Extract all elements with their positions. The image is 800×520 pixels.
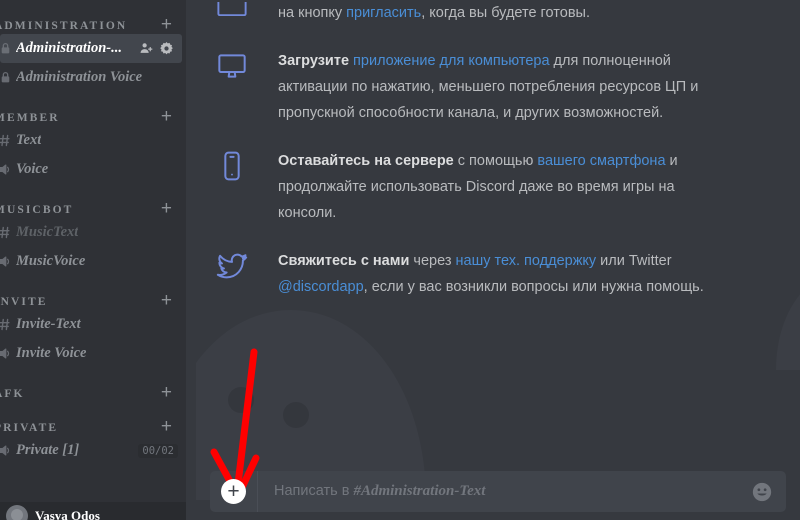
channel-category-musicbot[interactable]: MUSICBOT +: [0, 184, 186, 218]
channel-category-invite[interactable]: INVITE +: [0, 276, 186, 310]
category-label: MEMBER: [0, 112, 60, 124]
channel-item[interactable]: MusicText: [0, 218, 186, 247]
channel-name: Text: [16, 132, 42, 148]
welcome-message-block: Оставайтесь на сервере с помощью вашего …: [210, 148, 780, 248]
channel-item[interactable]: Invite-Text: [0, 310, 186, 339]
channel-name: Voice: [16, 161, 49, 177]
person-add-icon[interactable]: [139, 41, 154, 56]
message-composer[interactable]: + Написать в #Administration-Text: [210, 471, 786, 512]
welcome-message-text: на кнопку пригласить, когда вы будете го…: [278, 0, 718, 26]
sidebar-main-gap: [186, 0, 196, 520]
message-text-segment: Загрузите: [278, 53, 354, 69]
channel-category-private[interactable]: PRIVATE +: [0, 402, 186, 436]
speaker-icon: [0, 346, 16, 361]
channel-name: Private [1]: [16, 442, 80, 458]
message-link[interactable]: вашего смартфона: [537, 153, 665, 169]
welcome-message-text: Оставайтесь на сервере с помощью вашего …: [278, 148, 718, 226]
placeholder-prefix: Написать в: [274, 483, 354, 499]
message-input[interactable]: Написать в #Administration-Text: [274, 483, 485, 500]
channel-name: Invite Voice: [16, 345, 87, 361]
username-label: Vasya Odos: [35, 508, 100, 520]
channel-name: MusicVoice: [16, 253, 86, 269]
category-label: INVITE: [0, 296, 48, 308]
emoji-icon[interactable]: [751, 481, 773, 503]
category-label: MUSICBOT: [0, 204, 74, 216]
message-text-segment: Свяжитесь с нами: [278, 253, 410, 269]
category-label: ADMINISTRATION: [0, 20, 128, 32]
message-text-segment: или Twitter: [596, 253, 672, 269]
channel-item[interactable]: Administration Voice: [0, 63, 186, 92]
welcome-message-block: на кнопку пригласить, когда вы будете го…: [210, 0, 780, 48]
discord-window: ADMINISTRATION + Administration-... Adminis…: [0, 0, 800, 520]
create-channel-plus-icon[interactable]: +: [161, 383, 178, 402]
channel-actions[interactable]: [139, 41, 174, 56]
channel-item[interactable]: Private [1] 00/02: [0, 436, 186, 465]
hash-icon: [0, 225, 16, 240]
monitor-icon: [210, 48, 254, 126]
speaker-icon: [0, 254, 16, 269]
welcome-message-text: Загрузите приложение для компьютера для …: [278, 48, 718, 126]
message-link[interactable]: @discordapp: [278, 279, 364, 295]
lock-icon: [0, 42, 16, 55]
monitor-icon: [210, 0, 254, 26]
channel-item[interactable]: Invite Voice: [0, 339, 186, 368]
channel-category-member[interactable]: MEMBER +: [0, 92, 186, 126]
category-label: AFK: [0, 388, 25, 400]
channel-sidebar[interactable]: ADMINISTRATION + Administration-... Adminis…: [0, 0, 186, 520]
create-channel-plus-icon[interactable]: +: [161, 291, 178, 310]
message-text-segment: с помощью: [453, 153, 538, 169]
hash-icon: [0, 317, 16, 332]
user-panel[interactable]: Vasya Odos: [0, 502, 186, 520]
message-text-segment: через: [409, 253, 456, 269]
create-channel-plus-icon[interactable]: +: [161, 199, 178, 218]
channel-name: Invite-Text: [16, 316, 81, 332]
welcome-message-text: Свяжитесь с нами через нашу тех. поддерж…: [278, 248, 718, 300]
channel-list[interactable]: ADMINISTRATION + Administration-... Adminis…: [0, 0, 186, 465]
hash-icon: [0, 133, 16, 148]
plus-icon: +: [227, 480, 240, 503]
message-link[interactable]: нашу тех. поддержку: [456, 253, 597, 269]
message-text-segment: , когда вы будете готовы.: [421, 5, 590, 21]
channel-item[interactable]: Voice: [0, 155, 186, 184]
message-text-segment: на кнопку: [278, 5, 347, 21]
message-link[interactable]: приложение для компьютера: [353, 53, 549, 69]
channel-item[interactable]: MusicVoice: [0, 247, 186, 276]
twitter-icon: [210, 248, 254, 300]
channel-name: Administration Voice: [16, 69, 143, 85]
welcome-message-list: на кнопку пригласить, когда вы будете го…: [196, 0, 800, 480]
message-link[interactable]: пригласить: [346, 5, 421, 21]
speaker-icon: [0, 162, 16, 177]
placeholder-channel: #Administration-Text: [353, 483, 486, 499]
speaker-icon: [0, 443, 16, 458]
avatar[interactable]: [6, 505, 28, 520]
channel-name: MusicText: [16, 224, 79, 240]
message-text-segment: , если у вас возникли вопросы или нужна …: [363, 279, 704, 295]
channel-name: Administration-...: [16, 40, 122, 56]
create-channel-plus-icon[interactable]: +: [161, 107, 178, 126]
attach-plus-button[interactable]: +: [221, 479, 246, 504]
channel-category-administration[interactable]: ADMINISTRATION +: [0, 0, 186, 34]
create-channel-plus-icon[interactable]: +: [161, 15, 178, 34]
welcome-message-block: Загрузите приложение для компьютера для …: [210, 48, 780, 148]
composer-divider: [257, 471, 258, 512]
chat-main: на кнопку пригласить, когда вы будете го…: [196, 0, 800, 520]
message-text-segment: Оставайтесь на сервере: [278, 153, 454, 169]
phone-icon: [210, 148, 254, 226]
gear-icon[interactable]: [159, 41, 174, 56]
channel-category-afk[interactable]: AFK +: [0, 368, 186, 402]
create-channel-plus-icon[interactable]: +: [161, 417, 178, 436]
lock-voice-icon: [0, 71, 16, 84]
voice-count-badge: 00/02: [138, 443, 178, 458]
category-label: PRIVATE: [0, 422, 59, 434]
channel-item[interactable]: Text: [0, 126, 186, 155]
welcome-message-block: Свяжитесь с нами через нашу тех. поддерж…: [210, 248, 780, 322]
channel-item[interactable]: Administration-...: [0, 34, 182, 63]
